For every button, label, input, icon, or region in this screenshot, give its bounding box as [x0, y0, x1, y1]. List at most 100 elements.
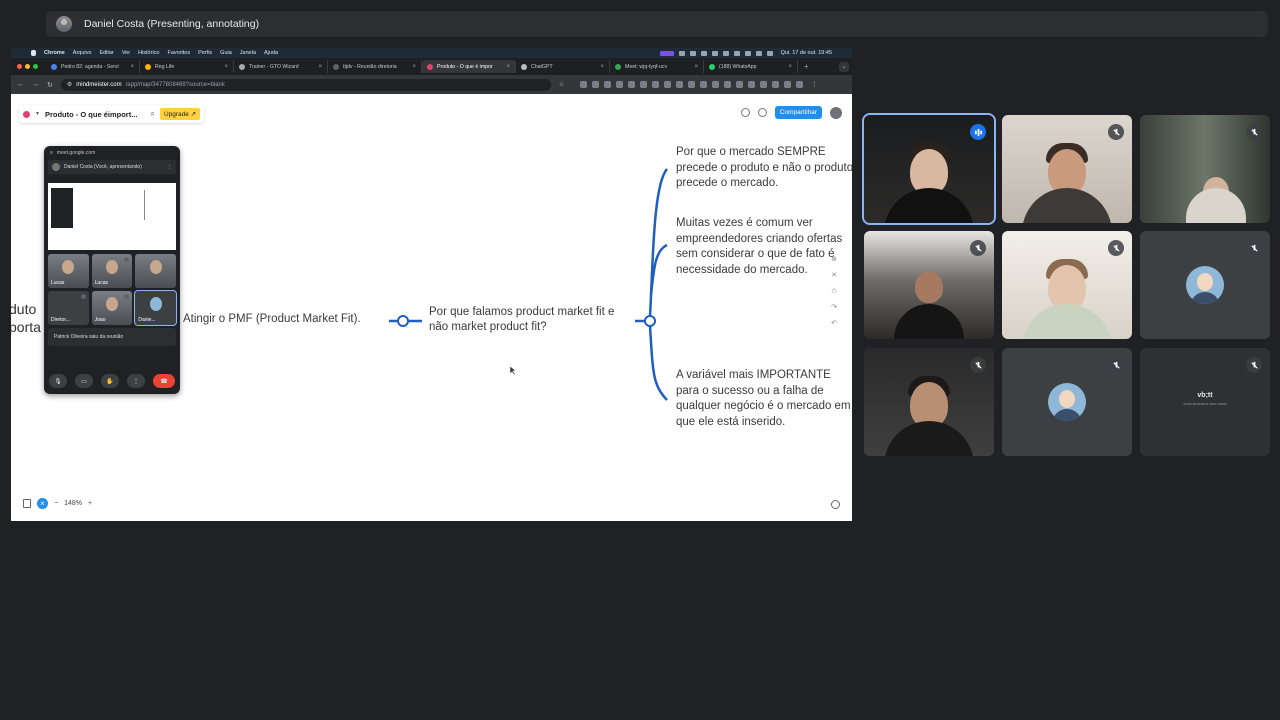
hand-icon: ✋: [101, 374, 119, 388]
mic-off-icon: [1108, 240, 1124, 256]
redo-icon: ↷: [831, 304, 837, 311]
participant-avatar: [1048, 383, 1086, 421]
page-icon: [23, 498, 31, 508]
menu-editar: Editar: [99, 50, 114, 56]
map-bottom-bar: × − 148% +: [23, 495, 92, 511]
browser-addressbar: ← → ↻ ⚙ mindmeister.com/app/map/34778084…: [11, 75, 852, 94]
participant-tile[interactable]: vb;tt VISÃO BUSINESS TECH TEAM: [1140, 348, 1270, 456]
browser-tab-active: Produto - O que é impor ×: [422, 60, 516, 73]
mic-off-icon: [970, 357, 986, 373]
camera-icon: ▭: [75, 374, 93, 388]
map-node-why: Por que falamos product market fit e não…: [429, 306, 615, 333]
menu-janela: Janela: [239, 50, 257, 56]
browser-menu-icon: ⋮: [811, 82, 818, 88]
reload-icon: ↻: [47, 81, 53, 89]
site-info-icon: ⚙: [66, 82, 73, 88]
pip-controls: 🎙 ▭ ✋ ⋮ ☎: [44, 374, 180, 388]
pip-tile: Joao: [91, 291, 133, 325]
pip-screen-preview: [48, 178, 176, 250]
mic-icon: 🎙: [49, 374, 67, 388]
pip-url-bar: ≡ meet.google.com: [50, 150, 96, 156]
participant-tile[interactable]: [1140, 115, 1270, 223]
mac-clock: Qui. 17 de out. 19:45: [780, 50, 832, 56]
browser-tab: Trainer - GTO Wizard ×: [234, 60, 328, 73]
mic-off-icon: [970, 240, 986, 256]
more-icon: ⋮: [127, 374, 145, 388]
presenter-name: Daniel Costa (Presenting, annotating): [84, 18, 260, 30]
window-controls: [17, 64, 38, 69]
map-node-market-importance: A variável mais IMPORTANTE para o sucess…: [676, 369, 851, 428]
browser-tab: Meet: wjq-tyqf-ucv ×: [610, 60, 704, 73]
undo-icon: ↶: [831, 320, 837, 327]
menu-chrome: Chrome: [44, 50, 65, 56]
star-icon: ✩: [831, 288, 837, 295]
tab-search-icon: ⌄: [839, 61, 849, 72]
pip-tile: Danie...: [134, 290, 177, 326]
meet-pip-window: ≡ meet.google.com Daniel Costa (Você, apr…: [44, 146, 180, 394]
new-tab-icon: +: [804, 62, 809, 71]
help-icon: [831, 500, 840, 509]
pip-tile: Diretor...: [48, 291, 89, 325]
menu-guia: Guia: [220, 50, 232, 56]
zoom-in-icon: +: [88, 499, 93, 507]
participant-tile[interactable]: [1140, 231, 1270, 339]
participant-logo: vb;tt: [1197, 392, 1213, 399]
participant-logo-sub: VISÃO BUSINESS TECH TEAM: [1183, 402, 1227, 406]
extension-icons: [580, 81, 804, 88]
presenter-bar: Daniel Costa (Presenting, annotating): [46, 11, 1268, 37]
branch-to-node-a: [648, 168, 669, 317]
more-icon: ⋮: [167, 164, 172, 170]
apple-icon: [31, 50, 36, 56]
mic-off-icon: [1108, 124, 1124, 140]
menu-perfis: Perfis: [198, 50, 213, 56]
participant-tile[interactable]: [864, 231, 994, 339]
menu-icon: ≡: [50, 150, 53, 156]
node-mini-toolbar: ⊕ ✕ ✩ ↷ ↶: [825, 255, 843, 327]
pip-tile: Lucas: [91, 254, 133, 288]
mic-off-icon: [1246, 357, 1262, 373]
browser-tab: ChatGPT ×: [516, 60, 610, 73]
presenter-avatar: [56, 16, 72, 32]
menu-arquivo: Arquivo: [72, 50, 92, 56]
node-knob: [644, 315, 656, 327]
node-knob: [397, 315, 409, 327]
browser-tab: Pedro 82: agenda - Servi ×: [46, 60, 140, 73]
close-icon: ×: [37, 497, 48, 509]
participant-avatar: [1186, 266, 1224, 304]
map-node-market-first: Por que o mercado SEMPRE precede o produ…: [676, 146, 852, 189]
zoom-level: 148%: [64, 499, 82, 507]
pip-notice: Patrick Oliveira saiu da reunião: [48, 328, 176, 346]
menu-ajuda: Ajuda: [264, 50, 279, 56]
back-icon: ←: [17, 81, 24, 88]
pip-participant-grid: Lucas Lucas Diretor... Joao Danie...: [48, 254, 177, 326]
pip-presenting-header: Daniel Costa (Você, apresentando) ⋮: [48, 160, 176, 174]
add-icon: ⊕: [831, 256, 837, 263]
mac-menubar: Chrome Arquivo Editar Ver Histórico Favo…: [11, 48, 852, 58]
cut-off-node: duto porta: [11, 301, 41, 335]
mic-off-icon: [1246, 124, 1262, 140]
participant-tile[interactable]: [862, 113, 996, 225]
mic-off-icon: [1246, 240, 1262, 256]
url-field: ⚙ mindmeister.com/app/map/3477808469?sou…: [60, 78, 551, 91]
browser-tab: ttjdv - Reunião diretoria ×: [328, 60, 422, 73]
system-tray-icons: [659, 50, 773, 56]
mouse-cursor-icon: [510, 366, 517, 376]
branch-to-node-c: [648, 325, 668, 401]
end-call-icon: ☎: [153, 374, 175, 388]
shared-screen: Chrome Arquivo Editar Ver Histórico Favo…: [11, 48, 852, 521]
speaking-indicator-icon: [970, 124, 986, 140]
menu-historico: Histórico: [138, 50, 160, 56]
close-icon: ✕: [831, 272, 837, 279]
map-node-pmf: Atingir o PMF (Product Market Fit).: [183, 313, 361, 325]
participant-tile[interactable]: [1002, 231, 1132, 339]
bookmark-star-icon: ☆: [558, 82, 565, 88]
participant-tile[interactable]: [1002, 115, 1132, 223]
browser-tab: (188) WhatsApp ×: [704, 60, 798, 73]
participant-tile[interactable]: [1002, 348, 1132, 456]
menu-favoritos: Favoritos: [167, 50, 191, 56]
participant-tile[interactable]: [864, 348, 994, 456]
pip-tile: [135, 254, 176, 288]
pip-tile: Lucas: [48, 254, 89, 288]
mic-off-icon: [1108, 357, 1124, 373]
zoom-out-icon: −: [54, 499, 59, 507]
